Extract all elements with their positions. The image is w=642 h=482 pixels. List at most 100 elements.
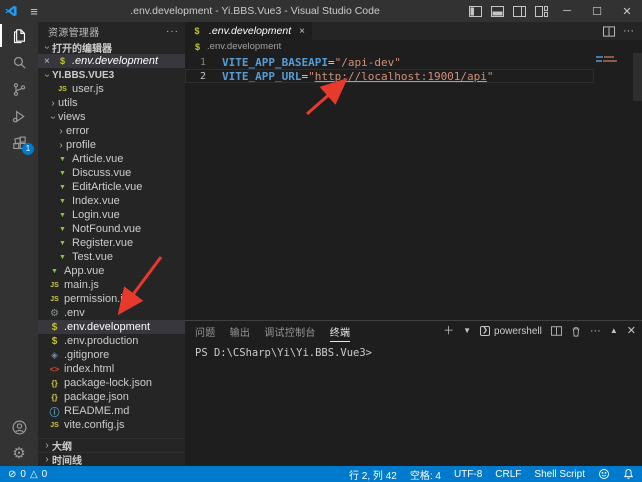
tree-item-gitignore[interactable]: ◈.gitignore [38, 348, 185, 362]
feedback-icon[interactable] [598, 468, 610, 480]
status-encoding[interactable]: UTF-8 [454, 469, 482, 480]
terminal-shell-chip[interactable]: ❯ powershell [480, 326, 542, 337]
breadcrumb[interactable]: $ .env.development [185, 40, 642, 53]
vue-file-icon: ▼ [56, 198, 69, 205]
source-control-icon[interactable] [0, 76, 38, 103]
tree-item-index-vue[interactable]: ▼Index.vue [38, 194, 185, 208]
tree-item-label: .env [64, 307, 85, 319]
open-editors-section[interactable]: › 打开的编辑器 [38, 40, 185, 54]
run-debug-icon[interactable] [0, 103, 38, 130]
status-language-mode[interactable]: Shell Script [534, 469, 585, 480]
maximize-panel-icon[interactable]: ▲ [610, 327, 618, 335]
tree-item-label: NotFound.vue [72, 223, 141, 235]
timeline-section[interactable]: › 时间线 [38, 452, 185, 466]
code-line-2[interactable]: 2VITE_APP_URL="http://localhost:19001/ap… [185, 69, 594, 83]
code-editor[interactable]: 1VITE_APP_BASEAPI="/api-dev"2VITE_APP_UR… [185, 53, 642, 320]
code-text: VITE_APP_URL="http://localhost:19001/api… [215, 70, 494, 83]
tree-item-label: Discuss.vue [72, 167, 131, 179]
minimize-button[interactable]: ─ [552, 0, 582, 22]
project-root-section[interactable]: › YI.BBS.VUE3 [38, 68, 185, 82]
tree-item-permission-js[interactable]: JSpermission.js [38, 292, 185, 306]
tree-item-notfound-vue[interactable]: ▼NotFound.vue [38, 222, 185, 236]
panel-more-actions-icon[interactable]: ··· [590, 326, 601, 337]
tree-item-utils[interactable]: ›utils [38, 96, 185, 110]
extensions-icon[interactable]: 1 [0, 130, 38, 157]
terminal-dropdown-icon[interactable]: ▼ [463, 327, 471, 335]
close-button[interactable]: ✕ [612, 0, 642, 22]
maximize-button[interactable]: ☐ [582, 0, 612, 22]
toggle-sidebar-icon[interactable] [464, 0, 486, 22]
status-problems[interactable]: ⊘ 0 △ 0 [8, 469, 47, 480]
panel-tabs: 问题输出调试控制台终端 [195, 321, 364, 342]
tab-close-icon[interactable]: × [299, 26, 305, 37]
panel-tab-[interactable]: 终端 [330, 321, 351, 342]
tree-item-user-js[interactable]: JSuser.js [38, 82, 185, 96]
tree-item-article-vue[interactable]: ▼Article.vue [38, 152, 185, 166]
tree-item-register-vue[interactable]: ▼Register.vue [38, 236, 185, 250]
customize-layout-icon[interactable] [530, 0, 552, 22]
tree-item-profile[interactable]: ›profile [38, 138, 185, 152]
open-editor-item[interactable]: × $ .env.development [38, 54, 185, 68]
settings-gear-icon[interactable]: ⚙ [0, 440, 38, 466]
panel-tab-[interactable]: 问题 [195, 321, 216, 342]
status-indentation[interactable]: 空格: 4 [410, 467, 441, 482]
tree-item-label: package-lock.json [64, 377, 152, 389]
kill-terminal-icon[interactable] [571, 326, 581, 337]
explorer-sidebar: 资源管理器 ··· › 打开的编辑器 × $ .env.development … [38, 22, 185, 466]
menu-hamburger-icon[interactable]: ≡ [22, 4, 46, 19]
tree-item-index-html[interactable]: <>index.html [38, 362, 185, 376]
tree-item-label: Test.vue [72, 251, 113, 263]
tree-item-label: profile [66, 139, 96, 151]
tree-item-app-vue[interactable]: ▼App.vue [38, 264, 185, 278]
panel-tab-[interactable]: 调试控制台 [264, 321, 316, 342]
split-editor-icon[interactable] [603, 26, 615, 37]
html-file-icon: <> [48, 365, 61, 374]
tree-item-error[interactable]: ›error [38, 124, 185, 138]
tab-env-development[interactable]: $ .env.development × [185, 22, 312, 40]
tree-item-label: Login.vue [72, 209, 120, 221]
split-terminal-icon[interactable] [551, 326, 562, 336]
toggle-secondary-sidebar-icon[interactable] [508, 0, 530, 22]
close-icon[interactable]: × [44, 56, 56, 67]
code-token: " [308, 70, 315, 83]
tree-item-login-vue[interactable]: ▼Login.vue [38, 208, 185, 222]
tree-item-env[interactable]: ⚙.env [38, 306, 185, 320]
tree-item-env-development[interactable]: $.env.development [38, 320, 185, 334]
tree-item-main-js[interactable]: JSmain.js [38, 278, 185, 292]
js-file-icon: JS [48, 422, 61, 429]
tree-item-label: user.js [72, 83, 104, 95]
account-icon[interactable] [0, 414, 38, 440]
tree-item-test-vue[interactable]: ▼Test.vue [38, 250, 185, 264]
minimap[interactable] [596, 56, 630, 64]
tree-item-discuss-vue[interactable]: ▼Discuss.vue [38, 166, 185, 180]
editor-more-actions-icon[interactable]: ··· [623, 25, 634, 37]
close-panel-icon[interactable]: ✕ [627, 326, 636, 337]
editor-scrollbar[interactable] [633, 53, 642, 320]
terminal-output[interactable]: PS D:\CSharp\Yi\Yi.BBS.Vue3> [185, 341, 642, 466]
js-file-icon: JS [48, 296, 61, 303]
line-number: 2 [185, 71, 215, 82]
search-icon[interactable] [0, 49, 38, 76]
new-terminal-icon[interactable]: ＋ [443, 326, 454, 337]
tree-item-editarticle-vue[interactable]: ▼EditArticle.vue [38, 180, 185, 194]
code-line-1[interactable]: 1VITE_APP_BASEAPI="/api-dev" [185, 55, 594, 69]
explorer-icon[interactable] [0, 22, 38, 49]
tree-item-vite-config-js[interactable]: JSvite.config.js [38, 418, 185, 432]
sidebar-more-actions-icon[interactable]: ··· [166, 26, 179, 37]
notifications-bell-icon[interactable] [623, 468, 634, 480]
tree-item-env-production[interactable]: $.env.production [38, 334, 185, 348]
status-cursor-position[interactable]: 行 2, 列 42 [349, 467, 397, 482]
git-file-icon: ◈ [48, 350, 61, 361]
toggle-panel-icon[interactable] [486, 0, 508, 22]
status-eol[interactable]: CRLF [495, 469, 521, 480]
json-file-icon: {} [48, 393, 61, 402]
tree-item-label: .gitignore [64, 349, 109, 361]
tree-item-views[interactable]: ›views [38, 110, 185, 124]
tree-item-readme-md[interactable]: ⓘREADME.md [38, 404, 185, 418]
tree-item-package-lock-json[interactable]: {}package-lock.json [38, 376, 185, 390]
panel-tab-[interactable]: 输出 [230, 321, 251, 342]
url-link[interactable]: http://localhost:19001/api [315, 70, 487, 83]
tree-item-package-json[interactable]: {}package.json [38, 390, 185, 404]
outline-section[interactable]: › 大纲 [38, 438, 185, 452]
explorer-tree: JSuser.js›utils›views›error›profile▼Arti… [38, 82, 185, 432]
